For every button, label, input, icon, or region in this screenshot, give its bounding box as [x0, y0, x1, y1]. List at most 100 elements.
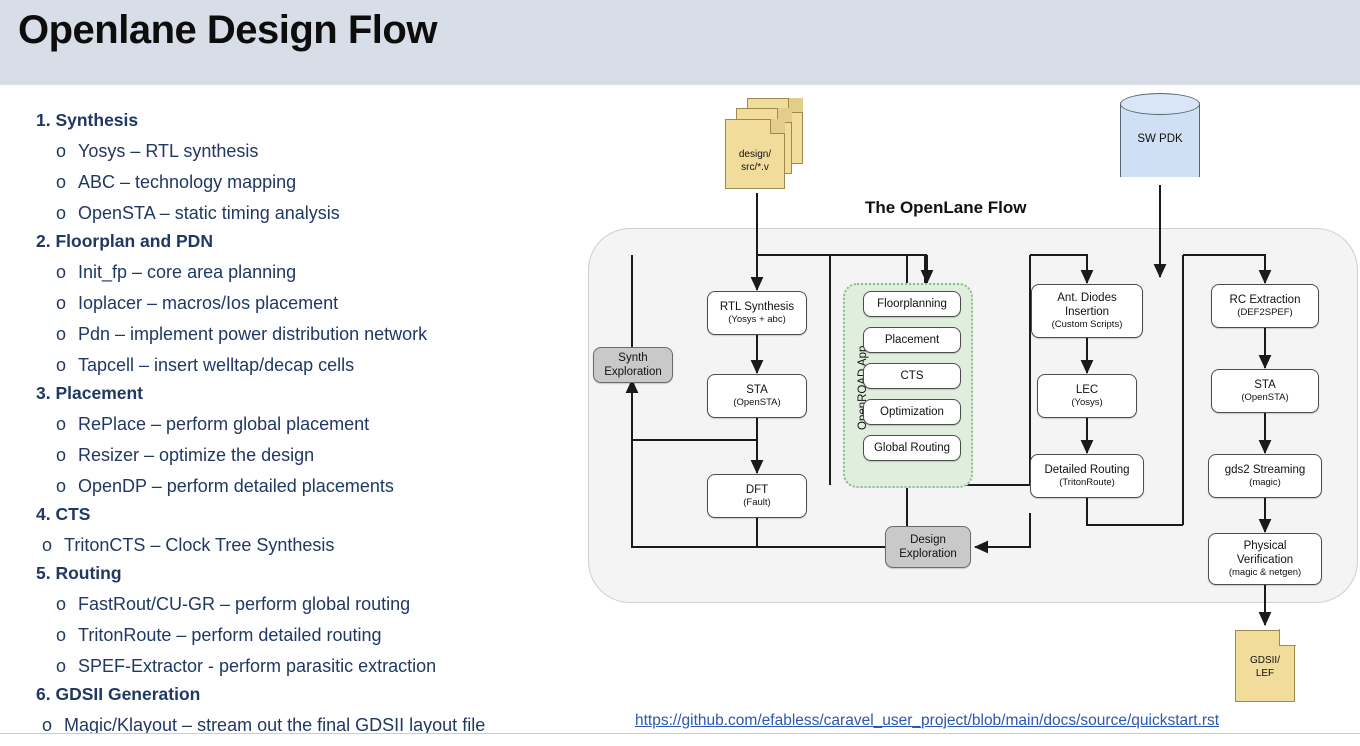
node-lec[interactable]: LEC (Yosys) — [1037, 374, 1137, 418]
file-icon-front: design/ src/*.v — [725, 119, 785, 189]
node-sta-right[interactable]: STA (OpenSTA) — [1211, 369, 1319, 413]
step-heading: 4. CTS — [36, 504, 91, 524]
node-line-1: Design — [910, 534, 946, 546]
node-line-2: (Yosys) — [1071, 397, 1103, 408]
node-physical-verification[interactable]: Physical Verification (magic & netgen) — [1208, 533, 1322, 585]
step-heading: 5. Routing — [36, 563, 122, 583]
slide-header: Openlane Design Flow — [0, 0, 1360, 85]
step-item-label: OpenSTA – static timing analysis — [78, 203, 340, 223]
node-line-2: (Yosys + abc) — [728, 314, 786, 325]
bullet-marker: o — [56, 324, 67, 344]
step-heading: 6. GDSII Generation — [36, 684, 201, 704]
node-rc-extraction[interactable]: RC Extraction (DEF2SPEF) — [1211, 284, 1319, 328]
step-item: o OpenSTA – static timing analysis — [36, 198, 596, 229]
node-global-routing[interactable]: Global Routing — [863, 435, 961, 461]
node-line-2: (TritonRoute) — [1059, 477, 1115, 488]
sw-pdk-label: SW PDK — [1137, 133, 1183, 145]
node-ant-diodes-insertion[interactable]: Ant. Diodes Insertion (Custom Scripts) — [1031, 284, 1143, 338]
step-heading: 1. Synthesis — [36, 110, 139, 130]
step-item-label: Pdn – implement power distribution netwo… — [78, 324, 428, 344]
bullet-marker: o — [56, 203, 67, 223]
node-line-1: Global Routing — [873, 442, 951, 454]
step-heading: 2. Floorplan and PDN — [36, 231, 213, 251]
node-floorplanning[interactable]: Floorplanning — [863, 291, 961, 317]
bullet-marker: o — [56, 445, 67, 465]
node-rtl-synthesis[interactable]: RTL Synthesis (Yosys + abc) — [707, 291, 807, 335]
step-item-label: Magic/Klayout – stream out the final GDS… — [64, 715, 486, 735]
design-source-label: design/ src/*.v — [726, 148, 784, 174]
node-line-1: Physical — [1243, 540, 1287, 552]
design-source-files: design/ src/*.v — [725, 98, 805, 193]
node-line-2: (magic) — [1249, 477, 1281, 488]
gdsii-lef-output-file: GDSII/ LEF — [1235, 629, 1296, 702]
step-group-2: 2. Floorplan and PDN o Init_fp – core are… — [36, 229, 596, 381]
step-item-label: Tapcell – insert welltap/decap cells — [78, 355, 355, 375]
node-design-exploration[interactable]: Design Exploration — [885, 526, 971, 568]
page-fold-icon — [770, 119, 785, 134]
bullet-marker: o — [56, 625, 67, 645]
step-item-label: Init_fp – core area planning — [78, 262, 297, 282]
source-url-link[interactable]: https://github.com/efabless/caravel_user… — [635, 712, 1219, 730]
slide-bottom-rule — [0, 733, 1360, 746]
node-line-1: Optimization — [880, 406, 944, 418]
bullet-marker: o — [56, 293, 67, 313]
step-group-1: 1. Synthesis o Yosys – RTL synthesis o ABC… — [36, 108, 596, 229]
node-line-1: STA — [746, 384, 768, 396]
step-item-label: TritonCTS – Clock Tree Synthesis — [64, 535, 335, 555]
step-item-label: Yosys – RTL synthesis — [78, 141, 259, 161]
node-cts[interactable]: CTS — [863, 363, 961, 389]
page-title: Openlane Design Flow — [18, 8, 437, 52]
node-detailed-routing[interactable]: Detailed Routing (TritonRoute) — [1030, 454, 1144, 498]
step-item-label: TritonRoute – perform detailed routing — [78, 625, 382, 645]
node-line-1: STA — [1254, 379, 1276, 391]
node-line-2: Verification — [1236, 554, 1294, 566]
node-line-2: (DEF2SPEF) — [1237, 307, 1293, 318]
step-group-5: 5. Routing o FastRout/CU-GR – perform glo… — [36, 561, 596, 682]
step-item: o FastRout/CU-GR – perform global routing — [36, 589, 596, 620]
node-synth-exploration[interactable]: Synth Exploration — [593, 347, 673, 383]
node-line-1: CTS — [900, 370, 924, 382]
step-item: o Pdn – implement power distribution netw… — [36, 319, 596, 350]
node-line-1: Placement — [884, 334, 940, 346]
bullet-marker: o — [56, 656, 67, 676]
bullet-marker: o — [56, 172, 67, 192]
step-item-label: RePlace – perform global placement — [78, 414, 370, 434]
node-line-1: Floorplanning — [877, 298, 947, 310]
node-placement[interactable]: Placement — [863, 327, 961, 353]
step-item: o Init_fp – core area planning — [36, 257, 596, 288]
bullet-marker: o — [42, 535, 53, 555]
step-item: o Tapcell – insert welltap/decap cells — [36, 350, 596, 381]
node-line-2: Insertion — [1064, 306, 1110, 318]
node-line-1: RTL Synthesis — [719, 301, 795, 313]
step-item: o Yosys – RTL synthesis — [36, 136, 596, 167]
step-item-label: Resizer – optimize the design — [78, 445, 315, 465]
cylinder-top — [1120, 93, 1200, 115]
node-sta-left[interactable]: STA (OpenSTA) — [707, 374, 807, 418]
bullet-marker: o — [56, 594, 67, 614]
node-optimization[interactable]: Optimization — [863, 399, 961, 425]
node-dft[interactable]: DFT (Fault) — [707, 474, 807, 518]
step-item-label: FastRout/CU-GR – perform global routing — [78, 594, 411, 614]
node-line-1: DFT — [745, 484, 769, 496]
gds-line1: GDSII/ — [1249, 655, 1280, 666]
node-line-2: Exploration — [604, 366, 662, 378]
node-line-2: (Fault) — [743, 497, 771, 508]
node-line-2: (OpenSTA) — [733, 397, 781, 408]
step-item: o TritonCTS – Clock Tree Synthesis — [36, 530, 596, 561]
step-heading: 3. Placement — [36, 383, 143, 403]
sw-pdk-database-icon: SW PDK — [1120, 93, 1200, 188]
bullet-marker: o — [56, 355, 67, 375]
step-item: o SPEF-Extractor - perform parasitic extr… — [36, 651, 596, 682]
step-item-label: SPEF-Extractor - perform parasitic extra… — [78, 656, 437, 676]
step-item-label: OpenDP – perform detailed placements — [78, 476, 394, 496]
node-line-2: Exploration — [899, 548, 957, 560]
step-item: o Resizer – optimize the design — [36, 440, 596, 471]
step-group-3: 3. Placement o RePlace – perform global p… — [36, 381, 596, 502]
bullet-marker: o — [56, 414, 67, 434]
node-gds2-streaming[interactable]: gds2 Streaming (magic) — [1208, 454, 1322, 498]
node-line-3: (Custom Scripts) — [1051, 319, 1123, 330]
step-item: o Ioplacer – macros/Ios placement — [36, 288, 596, 319]
step-item: o OpenDP – perform detailed placements — [36, 471, 596, 502]
bullet-marker: o — [56, 262, 67, 282]
design-flow-steps: 1. Synthesis o Yosys – RTL synthesis o ABC… — [36, 108, 596, 741]
